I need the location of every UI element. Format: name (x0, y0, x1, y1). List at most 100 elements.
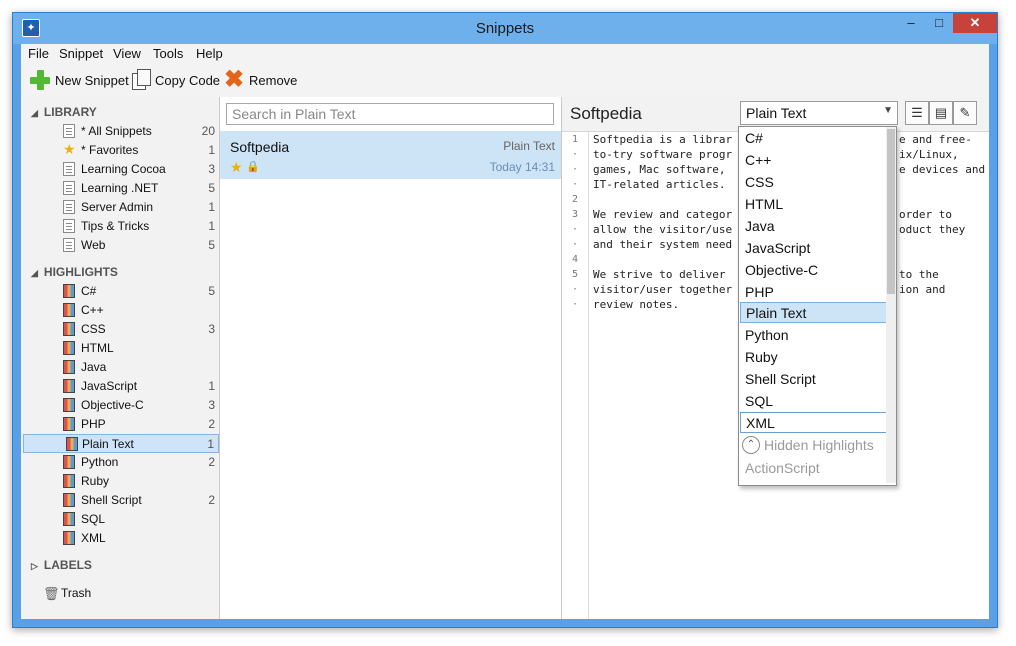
sidebar-item-server-admin[interactable]: Server Admin 1 (21, 198, 219, 217)
dropdown-option-actionscript[interactable]: ActionScript (745, 457, 820, 479)
dropdown-option-sql[interactable]: SQL (740, 391, 885, 412)
sidebar-item-java[interactable]: Java (21, 358, 219, 377)
menu-tools[interactable]: Tools (153, 46, 183, 61)
sidebar-item-ruby[interactable]: Ruby (21, 472, 219, 491)
note-icon (63, 200, 75, 214)
sidebar: ◢ LIBRARY * All Snippets 20 ★ * Favorites 1 … (21, 97, 220, 619)
expanded-triangle-icon: ◢ (31, 108, 38, 118)
copy-code-label: Copy Code (155, 72, 221, 88)
sidebar-item-python[interactable]: Python 2 (21, 453, 219, 472)
menu-view[interactable]: View (113, 46, 141, 61)
maximize-button[interactable]: □ (925, 13, 953, 33)
highlight-icon (63, 341, 75, 355)
sidebar-item-tips-tricks[interactable]: Tips & Tricks 1 (21, 217, 219, 236)
dropdown-option-csharp[interactable]: C# (740, 128, 885, 149)
minimize-button[interactable]: – (897, 13, 925, 33)
new-snippet-button[interactable]: New Snippet (29, 68, 129, 92)
snippet-language: Plain Text (503, 139, 555, 153)
lock-icon: 🔒 (246, 161, 260, 173)
sidebar-item-javascript[interactable]: JavaScript 1 (21, 377, 219, 396)
expanded-triangle-icon: ◢ (31, 268, 38, 278)
copy-code-button[interactable]: Copy Code (131, 68, 220, 92)
labels-header[interactable]: ▷ LABELS (31, 558, 92, 574)
edit-button[interactable]: ✎ (953, 101, 977, 125)
star-icon: ★ (63, 141, 76, 157)
sidebar-item-sql[interactable]: SQL (21, 510, 219, 529)
sidebar-item-learning-cocoa[interactable]: Learning Cocoa 3 (21, 160, 219, 179)
dropdown-option-css[interactable]: CSS (740, 172, 885, 193)
highlight-icon (63, 417, 75, 431)
snippet-name: Softpedia (230, 139, 290, 155)
panel-icon: ▤ (934, 105, 948, 120)
scrollbar-thumb[interactable] (887, 129, 895, 294)
notes-icon (63, 124, 75, 138)
sidebar-item-cpp[interactable]: C++ (21, 301, 219, 320)
menu-bar: File Snippet View Tools Help (21, 44, 989, 64)
language-select[interactable]: Plain Text ▼ (740, 101, 898, 125)
hidden-highlights-toggle[interactable]: ⌃ Hidden Highlights (742, 434, 874, 456)
sidebar-item-plain-text[interactable]: Plain Text 1 (23, 434, 219, 453)
dropdown-option-javascript[interactable]: JavaScript (740, 238, 885, 259)
dropdown-option-plain-text[interactable]: Plain Text (740, 302, 887, 323)
dropdown-option-ruby[interactable]: Ruby (740, 347, 885, 368)
dropdown-option-shell-script[interactable]: Shell Script (740, 369, 885, 390)
sidebar-item-favorites[interactable]: ★ * Favorites 1 (21, 141, 219, 160)
highlight-icon (63, 512, 75, 526)
sidebar-item-css[interactable]: CSS 3 (21, 320, 219, 339)
title-bar: ✦ Snippets – □ ✕ (13, 13, 997, 44)
highlight-icon (63, 322, 75, 336)
sidebar-item-all-snippets[interactable]: * All Snippets 20 (21, 122, 219, 141)
highlight-icon (63, 379, 75, 393)
menu-file[interactable]: File (28, 46, 49, 61)
language-dropdown-list: C# C++ CSS HTML Java JavaScript Objectiv… (738, 126, 897, 486)
sidebar-item-web[interactable]: Web 5 (21, 236, 219, 255)
dropdown-option-php[interactable]: PHP (740, 282, 885, 303)
remove-icon: ✖ (223, 66, 245, 93)
sidebar-item-php[interactable]: PHP 2 (21, 415, 219, 434)
search-input[interactable]: Search in Plain Text (226, 103, 554, 125)
favorite-star-icon: ★ (230, 159, 243, 175)
note-icon (63, 162, 75, 176)
sidebar-item-html[interactable]: HTML (21, 339, 219, 358)
dropdown-option-java[interactable]: Java (740, 216, 885, 237)
highlight-icon (63, 303, 75, 317)
menu-snippet[interactable]: Snippet (59, 46, 103, 61)
dropdown-option-xml[interactable]: XML (740, 412, 887, 433)
close-button[interactable]: ✕ (953, 13, 997, 33)
sidebar-item-xml[interactable]: XML (21, 529, 219, 548)
info-view-button[interactable]: ▤ (929, 101, 953, 125)
highlight-icon (63, 398, 75, 412)
snippet-title[interactable]: Softpedia (570, 104, 642, 124)
window-title: Snippets (475, 20, 535, 37)
highlight-icon (66, 437, 78, 451)
menu-help[interactable]: Help (196, 46, 223, 61)
sidebar-item-trash[interactable]: 🗑 Trash (21, 584, 219, 603)
snippet-list-item[interactable]: Softpedia Plain Text ★ 🔒 Today 14:31 (220, 131, 561, 179)
sidebar-item-objective-c[interactable]: Objective-C 3 (21, 396, 219, 415)
line-number-gutter: 1 · · · 2 3 · · 4 5 · · (562, 132, 589, 619)
toolbar: New Snippet Copy Code ✖ Remove (21, 64, 989, 96)
dropdown-scrollbar[interactable] (886, 127, 896, 483)
dropdown-option-cpp[interactable]: C++ (740, 150, 885, 171)
snippet-list-pane: Search in Plain Text Softpedia Plain Tex… (220, 97, 562, 619)
remove-label: Remove (249, 72, 298, 88)
sidebar-item-learning-net[interactable]: Learning .NET 5 (21, 179, 219, 198)
highlight-icon (63, 360, 75, 374)
new-snippet-label: New Snippet (55, 72, 129, 88)
sidebar-item-shell-script[interactable]: Shell Script 2 (21, 491, 219, 510)
dropdown-option-html[interactable]: HTML (740, 194, 885, 215)
highlight-icon (63, 284, 75, 298)
dropdown-option-python[interactable]: Python (740, 325, 885, 346)
chevron-up-icon: ⌃ (742, 436, 760, 454)
note-icon (63, 219, 75, 233)
library-header[interactable]: ◢ LIBRARY (31, 105, 97, 121)
details-view-button[interactable]: ☰ (905, 101, 929, 125)
pencil-icon: ✎ (959, 105, 971, 120)
dropdown-option-objective-c[interactable]: Objective-C (740, 260, 885, 281)
highlights-header[interactable]: ◢ HIGHLIGHTS (31, 265, 118, 281)
highlight-icon (63, 493, 75, 507)
snippet-date: Today 14:31 (489, 160, 555, 174)
note-icon (63, 181, 75, 195)
sidebar-item-csharp[interactable]: C# 5 (21, 282, 219, 301)
remove-button[interactable]: ✖ Remove (223, 68, 297, 92)
